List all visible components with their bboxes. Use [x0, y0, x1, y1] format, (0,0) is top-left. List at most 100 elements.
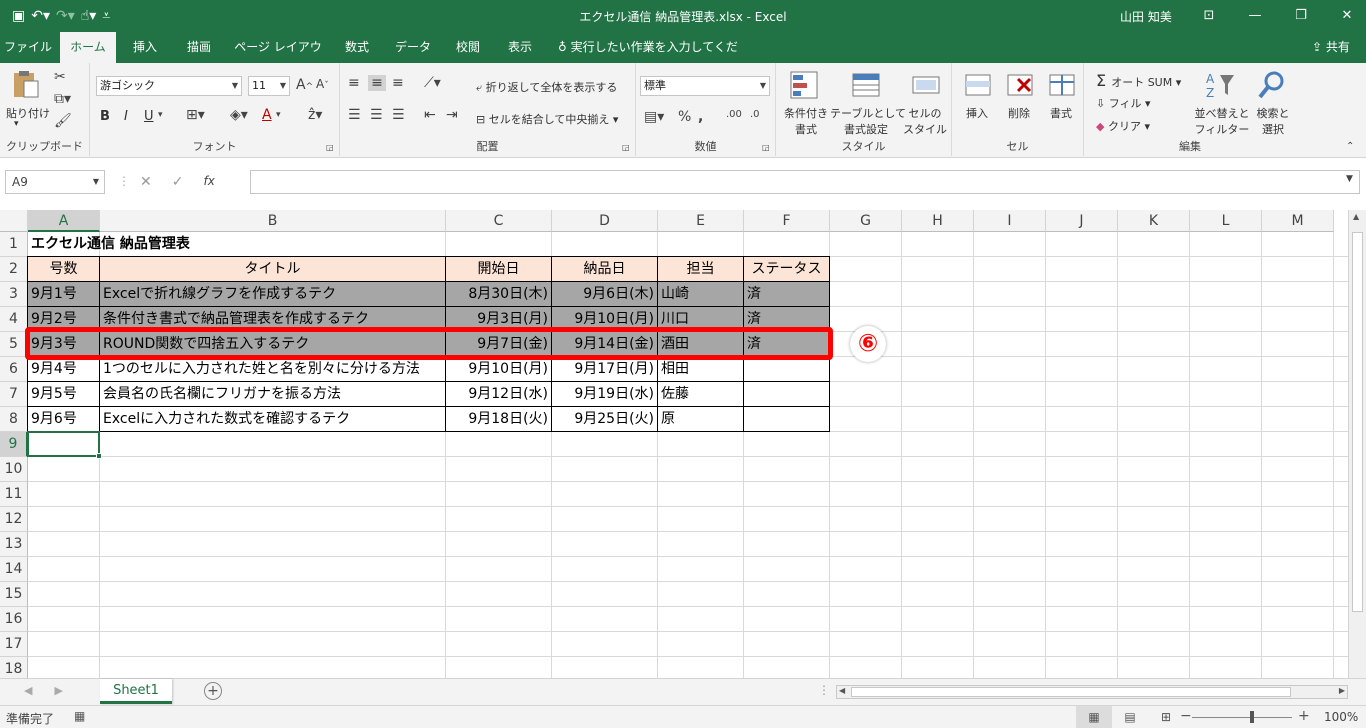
zoom-in-icon[interactable]: + — [1298, 708, 1310, 724]
row-header-1[interactable]: 1 — [0, 232, 28, 257]
row-header-17[interactable]: 17 — [0, 632, 28, 657]
vertical-scroll-thumb[interactable] — [1352, 232, 1363, 612]
tab-draw[interactable]: 描画 — [174, 32, 224, 63]
align-top-icon[interactable]: ≡ — [348, 75, 360, 91]
underline-button[interactable]: U — [144, 109, 154, 124]
row-header-16[interactable]: 16 — [0, 607, 28, 632]
clear-button[interactable]: ◆ クリア ▾ — [1096, 118, 1150, 134]
tab-data[interactable]: データ — [388, 32, 438, 63]
table-cell[interactable]: 9月6号 — [28, 407, 99, 431]
format-as-table-icon[interactable] — [850, 69, 882, 101]
table-cell[interactable]: 9月12日(水) — [446, 382, 551, 406]
row-header-10[interactable]: 10 — [0, 457, 28, 482]
row-header-14[interactable]: 14 — [0, 557, 28, 582]
tab-page-layout[interactable]: ページ レイアウト — [230, 32, 326, 85]
decrease-font-icon[interactable]: Aˇ — [316, 77, 329, 91]
table-header-cell[interactable]: ステータス — [744, 257, 829, 281]
increase-decimal-icon[interactable]: .00 — [726, 109, 742, 120]
row-header-2[interactable]: 2 — [0, 257, 28, 282]
format-cells-button[interactable]: 書式 — [1050, 105, 1072, 121]
table-cell[interactable]: 1つのセルに入力された姓と名を別々に分ける方法 — [100, 357, 445, 381]
table-cell[interactable]: 佐藤 — [658, 382, 743, 406]
page-break-view-icon[interactable]: ⊞ — [1148, 706, 1184, 728]
horizontal-scrollbar[interactable]: ◀ ▶ — [836, 685, 1348, 699]
minimize-icon[interactable]: — — [1232, 0, 1278, 32]
user-name[interactable]: 山田 知美 — [1120, 8, 1172, 25]
table-cell[interactable]: 済 — [744, 282, 829, 306]
sheet-title[interactable]: エクセル通信 納品管理表 — [28, 232, 328, 256]
table-cell[interactable]: 相田 — [658, 357, 743, 381]
select-all-corner[interactable] — [0, 210, 28, 232]
delete-cells-button[interactable]: 削除 — [1008, 105, 1030, 121]
tab-home[interactable]: ホーム — [60, 32, 116, 63]
sort-filter-button[interactable]: 並べ替えと フィルター — [1192, 105, 1252, 137]
row-header-6[interactable]: 6 — [0, 357, 28, 382]
row-header-13[interactable]: 13 — [0, 532, 28, 557]
active-cell[interactable] — [27, 431, 102, 459]
delete-cells-icon[interactable] — [1004, 69, 1036, 101]
table-cell[interactable]: 9月17日(月) — [552, 357, 657, 381]
column-header-j[interactable]: J — [1046, 210, 1118, 232]
enter-icon[interactable]: ✓ — [172, 174, 184, 190]
column-header-h[interactable]: H — [902, 210, 974, 232]
italic-button[interactable]: I — [124, 109, 128, 124]
tab-review[interactable]: 校閲 — [446, 32, 490, 63]
format-cells-icon[interactable] — [1046, 69, 1078, 101]
table-cell[interactable]: 9月4号 — [28, 357, 99, 381]
page-layout-view-icon[interactable]: ▤ — [1112, 706, 1148, 728]
column-header-f[interactable]: F — [744, 210, 830, 232]
table-cell[interactable]: 原 — [658, 407, 743, 431]
drag-handle-icon[interactable]: ⋮ — [118, 174, 130, 188]
scroll-up-icon[interactable]: ▲ — [1353, 212, 1359, 221]
dialog-launcher-icon[interactable]: ◲ — [762, 143, 770, 152]
restore-icon[interactable]: ❐ — [1278, 0, 1324, 32]
decrease-indent-icon[interactable]: ⇤ — [424, 107, 436, 123]
split-handle-icon[interactable]: ⋮ — [818, 683, 830, 697]
paste-dropdown-icon[interactable]: ▾ — [14, 119, 19, 129]
format-painter-icon[interactable]: 🖌 — [54, 113, 72, 129]
row-header-12[interactable]: 12 — [0, 507, 28, 532]
insert-function-button[interactable]: fx — [203, 174, 214, 190]
zoom-out-icon[interactable]: − — [1180, 708, 1192, 724]
align-right-icon[interactable]: ☰ — [392, 107, 405, 123]
number-format-select[interactable]: 標準 ▼ — [640, 76, 770, 96]
row-header-4[interactable]: 4 — [0, 307, 28, 332]
table-cell[interactable]: 9月25日(火) — [552, 407, 657, 431]
table-header-cell[interactable]: 担当 — [658, 257, 743, 281]
tab-formulas[interactable]: 数式 — [334, 32, 380, 63]
scroll-left-icon[interactable]: ◀ — [839, 686, 845, 695]
table-cell[interactable] — [744, 382, 829, 406]
column-header-i[interactable]: I — [974, 210, 1046, 232]
accounting-format-icon[interactable]: ▤▾ — [644, 109, 664, 125]
scroll-right-icon[interactable]: ▶ — [1339, 686, 1345, 695]
normal-view-icon[interactable]: ▦ — [1076, 706, 1112, 728]
tab-file[interactable]: ファイル — [0, 32, 56, 63]
wrap-text-button[interactable]: ⤶ 折り返して全体を表示する — [476, 79, 617, 95]
table-cell[interactable] — [744, 357, 829, 381]
chevron-down-icon[interactable]: ▾ — [158, 110, 163, 120]
chevron-down-icon[interactable]: ▾ — [276, 110, 281, 120]
cell-styles-icon[interactable] — [910, 69, 942, 101]
table-header-cell[interactable]: タイトル — [100, 257, 445, 281]
row-header-15[interactable]: 15 — [0, 582, 28, 607]
expand-formula-icon[interactable]: ▼ — [1346, 174, 1353, 184]
column-header-c[interactable]: C — [446, 210, 552, 232]
vertical-scrollbar[interactable]: ▲ — [1348, 210, 1366, 678]
row-header-5[interactable]: 5 — [0, 332, 28, 357]
prev-sheet-icon[interactable]: ◀ — [24, 684, 32, 697]
table-cell[interactable]: Excelで折れ線グラフを作成するテク — [100, 282, 445, 306]
close-icon[interactable]: ✕ — [1324, 0, 1366, 32]
row-header-7[interactable]: 7 — [0, 382, 28, 407]
table-header-cell[interactable]: 開始日 — [446, 257, 551, 281]
fill-handle[interactable] — [96, 453, 102, 459]
table-cell[interactable]: 9月18日(火) — [446, 407, 551, 431]
sort-filter-icon[interactable]: AZ — [1204, 69, 1236, 101]
table-header-cell[interactable]: 納品日 — [552, 257, 657, 281]
font-color-icon[interactable]: A — [262, 107, 272, 123]
paste-icon[interactable] — [10, 69, 42, 101]
table-cell[interactable]: 9月5号 — [28, 382, 99, 406]
dialog-launcher-icon[interactable]: ◲ — [326, 143, 334, 152]
table-cell[interactable]: 山崎 — [658, 282, 743, 306]
cell-styles-button[interactable]: セルの スタイル — [900, 105, 950, 137]
autosum-button[interactable]: Σ オート SUM ▾ — [1096, 71, 1181, 90]
